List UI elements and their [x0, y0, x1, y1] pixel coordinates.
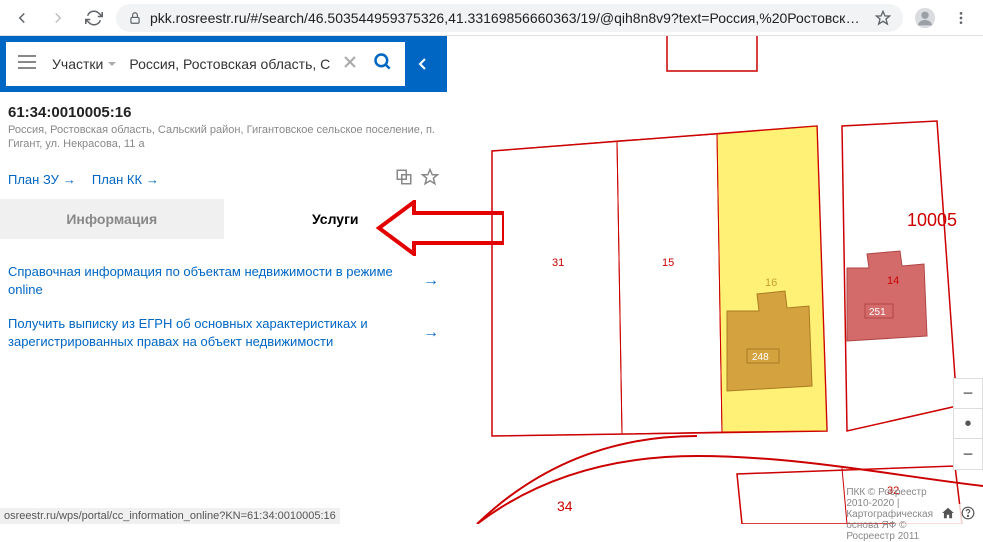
zoom-out-button[interactable]: − — [954, 439, 982, 469]
search-input[interactable]: Россия, Ростовская область, С — [129, 56, 331, 72]
copyright-text: ПКК © Росреестр 2010-2020 | Картографиче… — [846, 487, 933, 542]
map-footer: ПКК © Росреестр 2010-2020 | Картографиче… — [894, 504, 983, 524]
category-dropdown[interactable]: Участки — [48, 56, 121, 72]
zoom-reset-button[interactable]: • — [954, 409, 982, 439]
arrow-right-icon: → — [423, 272, 439, 290]
arrow-right-icon: → — [423, 324, 439, 342]
star-icon[interactable] — [875, 10, 891, 26]
back-button[interactable] — [8, 4, 36, 32]
clear-search-icon[interactable] — [339, 51, 361, 78]
services-list: Справочная информация по объектам недвиж… — [0, 239, 447, 376]
tab-info[interactable]: Информация — [0, 199, 224, 239]
svg-text:251: 251 — [869, 307, 886, 318]
svg-text:34: 34 — [557, 498, 573, 514]
zoom-in-button[interactable]: − — [954, 379, 982, 409]
compare-icon[interactable] — [395, 168, 413, 191]
collapse-panel-icon[interactable] — [405, 57, 441, 71]
service-item-egrn[interactable]: Получить выписку из ЕГРН об основных хар… — [8, 307, 439, 359]
profile-button[interactable] — [911, 4, 939, 32]
svg-text:14: 14 — [887, 275, 899, 287]
home-icon[interactable] — [941, 506, 955, 523]
chevron-down-icon — [107, 59, 117, 69]
plan-links: План ЗУ → План КК → — [0, 160, 447, 199]
svg-text:16: 16 — [765, 277, 777, 289]
svg-text:248: 248 — [752, 352, 769, 363]
forward-button[interactable] — [44, 4, 72, 32]
parcel-info: 61:34:0010005:16 Россия, Ростовская обла… — [0, 92, 447, 160]
parcel-address: Россия, Ростовская область, Сальский рай… — [8, 123, 439, 152]
hamburger-icon[interactable] — [14, 51, 40, 78]
plan-kk-link[interactable]: План КК → — [92, 172, 159, 187]
service-item-reference[interactable]: Справочная информация по объектам недвиж… — [8, 255, 439, 307]
status-bar: osreestr.ru/wps/portal/cc_information_on… — [0, 508, 340, 524]
search-bar: Участки Россия, Ростовская область, С — [0, 36, 447, 92]
reload-button[interactable] — [80, 4, 108, 32]
zoom-controls: − • − — [953, 378, 983, 470]
plan-zu-link[interactable]: План ЗУ → — [8, 172, 76, 187]
svg-text:15: 15 — [662, 257, 674, 269]
sidebar: Участки Россия, Ростовская область, С 61… — [0, 36, 447, 524]
cadastral-map: 10005 31 15 16 14 248 251 34 32 — [447, 36, 983, 524]
url-text: pkk.rosreestr.ru/#/search/46.50354495937… — [150, 10, 867, 26]
parcel-id: 61:34:0010005:16 — [8, 104, 439, 121]
svg-text:31: 31 — [552, 257, 564, 269]
menu-button[interactable] — [947, 4, 975, 32]
tabs: Информация Услуги — [0, 199, 447, 239]
favorite-icon[interactable] — [421, 168, 439, 191]
map-viewport[interactable]: 10005 31 15 16 14 248 251 34 32 − • − ПК… — [447, 36, 983, 524]
map-block-label: 10005 — [907, 210, 957, 230]
search-icon[interactable] — [369, 48, 397, 81]
help-icon[interactable] — [961, 506, 975, 523]
browser-toolbar: pkk.rosreestr.ru/#/search/46.50354495937… — [0, 0, 983, 36]
tab-services[interactable]: Услуги — [224, 199, 448, 239]
lock-icon — [128, 11, 142, 25]
address-bar[interactable]: pkk.rosreestr.ru/#/search/46.50354495937… — [116, 4, 903, 32]
